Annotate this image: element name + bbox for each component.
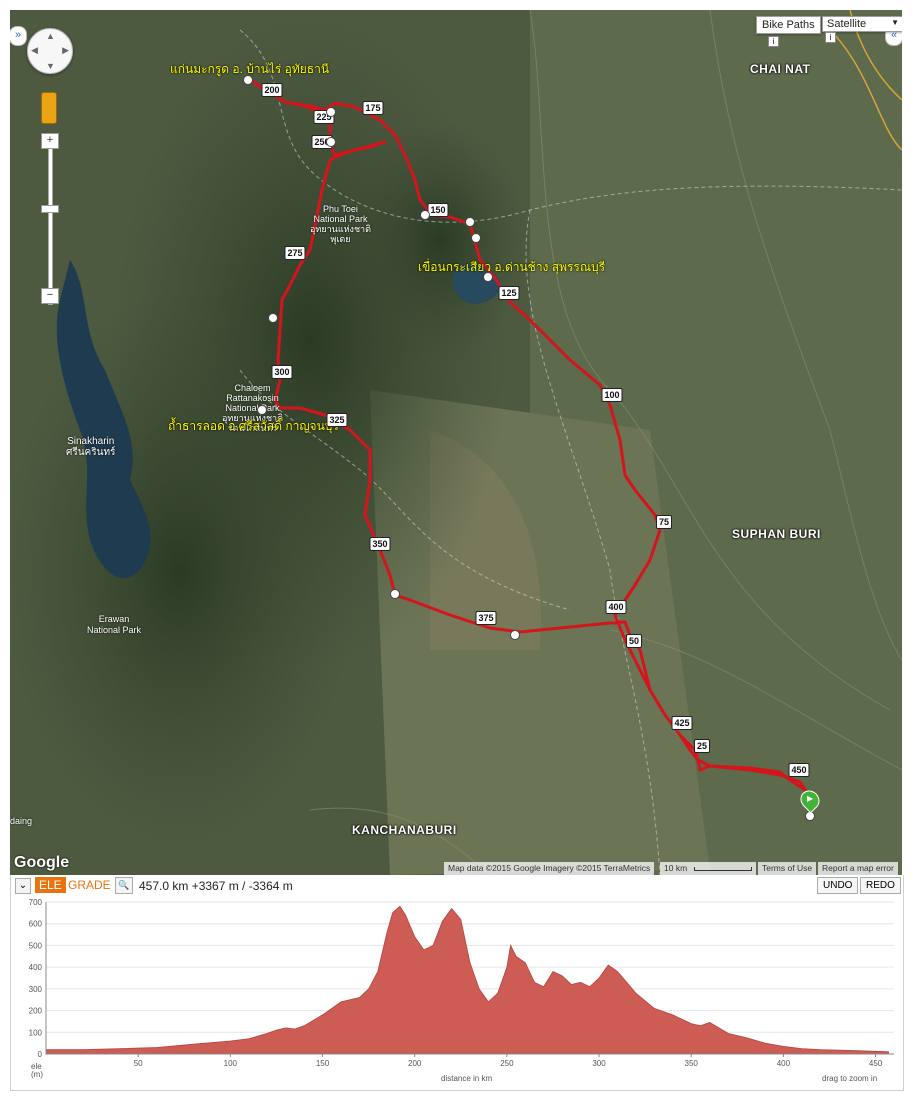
km-marker[interactable]: 425 — [671, 716, 693, 730]
y-tick-label: 200 — [29, 1007, 43, 1016]
waypoint-marker[interactable] — [268, 313, 278, 323]
annotation-tham-than-lot: ถ้ำธารลอด อ.ศรีสวัสดิ์ กาญจนบุรี — [168, 419, 339, 433]
map-type-value: Satellite — [827, 18, 867, 30]
zoom-in-button[interactable]: + — [41, 133, 59, 149]
km-marker[interactable]: 175 — [362, 101, 384, 115]
km-marker[interactable]: 275 — [284, 246, 306, 260]
play-icon: ▶ — [807, 794, 814, 803]
place-label-daing: daing — [10, 816, 33, 826]
tab-ele[interactable]: ELE — [35, 877, 66, 893]
y-tick-label: 700 — [29, 898, 43, 907]
google-logo: Google — [14, 854, 70, 871]
waypoint-marker[interactable] — [390, 589, 400, 599]
scale-label: 10 km — [664, 863, 688, 873]
y-tick-label: 500 — [29, 941, 43, 950]
report-map-error-link[interactable]: Report a map error — [818, 862, 898, 875]
waypoint-marker[interactable] — [471, 233, 481, 243]
waypoint-marker[interactable] — [243, 75, 253, 85]
park-label-sinakharin: Sinakharin ศรีนครินทร์ — [66, 436, 116, 458]
x-tick-label: 150 — [316, 1059, 330, 1068]
scale-bar: 10 km — [660, 862, 756, 875]
annotation-kra-siao: เขื่อนกระเสียว อ.ด่านช้าง สุพรรณบุรี — [418, 260, 606, 274]
y-tick-label: 600 — [29, 920, 43, 929]
park-label-phu-toei: Phu Toei National Park อุทยานแห่งชาติ พุเตย — [310, 204, 371, 244]
dropdown-arrow-icon: ▼ — [891, 18, 899, 27]
waypoint-marker[interactable] — [326, 107, 336, 117]
pan-down-icon[interactable]: ▼ — [46, 61, 55, 71]
y-tick-label: 100 — [29, 1028, 43, 1037]
zoom-icon[interactable]: 🔍 — [115, 877, 133, 894]
pan-left-icon[interactable]: ◀ — [31, 45, 38, 56]
km-marker[interactable]: 75 — [655, 515, 673, 529]
x-tick-label: 350 — [685, 1059, 699, 1068]
km-marker[interactable]: 150 — [427, 203, 449, 217]
km-marker[interactable]: 100 — [601, 388, 623, 402]
waypoint-marker[interactable] — [510, 630, 520, 640]
waypoint-marker[interactable] — [326, 137, 336, 147]
x-tick-label: 450 — [869, 1059, 883, 1068]
bike-paths-button[interactable]: Bike Paths — [756, 16, 821, 34]
scale-line — [693, 866, 752, 871]
collapse-profile-button[interactable]: ⌄ — [15, 878, 31, 894]
satellite-imagery — [10, 10, 902, 875]
km-marker[interactable]: 300 — [271, 365, 293, 379]
waypoint-marker[interactable] — [483, 272, 493, 282]
elevation-profile-panel: ⌄ ELE GRADE 🔍 457.0 km +3367 m / -3364 m… — [10, 875, 904, 1091]
waypoint-marker[interactable] — [257, 405, 267, 415]
y-axis-label: ele (m) — [31, 1062, 43, 1079]
km-marker[interactable]: 325 — [326, 413, 348, 427]
tab-grade[interactable]: GRADE — [68, 878, 111, 892]
waypoint-marker[interactable] — [465, 217, 475, 227]
street-view-pegman-icon[interactable] — [41, 92, 57, 124]
elevation-chart[interactable]: 0 100 200 300 400 500 600 700 50 100 150 200 250 300 3… — [11, 897, 903, 1087]
park-label-erawan: Erawan National Park — [87, 614, 142, 635]
info-icon[interactable]: i — [825, 32, 836, 43]
undo-button[interactable]: UNDO — [817, 877, 859, 894]
redo-button[interactable]: REDO — [860, 877, 901, 894]
map-view[interactable]: » « ▲ ▼ ◀ ▶ + − Bike Paths Satellite ▼ i… — [10, 10, 902, 875]
x-axis-label: distance in km — [441, 1074, 493, 1083]
zoom-slider-track[interactable] — [48, 141, 53, 305]
collapse-left-button[interactable]: » — [10, 26, 27, 46]
pan-up-icon[interactable]: ▲ — [46, 31, 55, 41]
terms-of-use-link[interactable]: Terms of Use — [758, 862, 817, 875]
x-tick-label: 300 — [592, 1059, 606, 1068]
pan-control[interactable]: ▲ ▼ ◀ ▶ — [27, 28, 73, 74]
city-label-chai-nat: CHAI NAT — [750, 62, 811, 76]
y-tick-label: 300 — [29, 985, 43, 994]
zoom-out-button[interactable]: − — [41, 288, 59, 304]
zoom-slider-handle[interactable] — [41, 205, 59, 213]
km-marker[interactable]: 200 — [261, 83, 283, 97]
km-marker[interactable]: 450 — [788, 763, 810, 777]
km-marker[interactable]: 125 — [498, 286, 520, 300]
km-marker[interactable]: 350 — [369, 537, 391, 551]
x-tick-label: 100 — [224, 1059, 238, 1068]
x-tick-label: 250 — [500, 1059, 514, 1068]
waypoint-marker[interactable] — [420, 210, 430, 220]
x-tick-label: 400 — [777, 1059, 791, 1068]
pan-right-icon[interactable]: ▶ — [62, 45, 69, 56]
info-icon[interactable]: i — [768, 36, 779, 47]
km-marker[interactable]: 50 — [625, 634, 643, 648]
km-marker[interactable]: 375 — [475, 611, 497, 625]
map-attribution: Map data ©2015 Google Imagery ©2015 Terr… — [444, 862, 655, 875]
drag-to-zoom-hint: drag to zoom in — [822, 1074, 878, 1083]
y-tick-label: 400 — [29, 963, 43, 972]
city-label-kanchanaburi: KANCHANABURI — [352, 823, 457, 837]
city-label-suphan-buri: SUPHAN BURI — [732, 527, 821, 541]
x-tick-label: 50 — [134, 1059, 143, 1068]
route-summary: 457.0 km +3367 m / -3364 m — [139, 879, 293, 893]
km-marker[interactable]: 400 — [605, 600, 627, 614]
x-tick-label: 200 — [408, 1059, 422, 1068]
y-tick-label: 0 — [38, 1050, 43, 1059]
km-marker[interactable]: 25 — [693, 739, 711, 753]
map-type-select[interactable]: Satellite ▼ — [822, 16, 902, 32]
